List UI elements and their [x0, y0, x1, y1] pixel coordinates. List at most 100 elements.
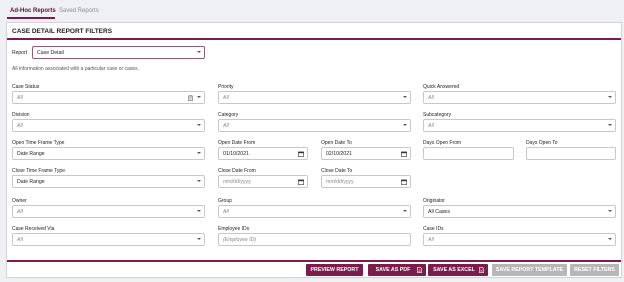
save-report-template-label: SAVE REPORT TEMPLATE — [495, 267, 564, 273]
open-date-from-input[interactable]: 01/10/2021 — [218, 147, 308, 160]
quick-answered-value: All — [428, 95, 434, 101]
save-report-template-button[interactable]: SAVE REPORT TEMPLATE — [492, 264, 567, 276]
report-label: Report — [12, 50, 28, 56]
clipboard-icon[interactable] — [188, 95, 193, 101]
case-ids-value: All — [428, 237, 434, 243]
calendar-icon[interactable] — [298, 179, 304, 185]
employee-ids-input[interactable]: (Employee ID) — [218, 233, 411, 246]
open-date-to-input[interactable]: 02/10/2021 — [321, 147, 411, 160]
open-date-to-value: 02/10/2021 — [326, 151, 352, 157]
open-date-from-value: 01/10/2021 — [223, 151, 249, 157]
employee-ids-label: Employee IDs — [218, 226, 250, 232]
chevron-down-icon — [197, 51, 201, 53]
division-value: All — [17, 123, 23, 129]
originator-select[interactable]: All Cases — [423, 205, 616, 218]
report-select-value: Case Detail — [37, 50, 64, 56]
chevron-down-icon — [403, 124, 407, 126]
excel-file-icon — [479, 267, 484, 273]
case-received-via-label: Case Received Via — [12, 226, 55, 232]
case-received-via-select[interactable]: All — [12, 233, 205, 246]
report-description: All information associated with a partic… — [12, 66, 140, 72]
chevron-down-icon — [608, 238, 612, 240]
save-as-pdf-button[interactable]: SAVE AS PDF — [368, 264, 426, 276]
subcategory-label: Subcategory — [423, 112, 452, 118]
close-date-from-placeholder: mm/dd/yyyy — [223, 179, 251, 185]
open-date-from-label: Open Date From — [218, 140, 256, 146]
pdf-file-icon — [417, 267, 422, 273]
subcategory-select[interactable]: All — [423, 119, 616, 132]
subcategory-value: All — [428, 123, 434, 129]
owner-value: All — [17, 209, 23, 215]
case-ids-select[interactable]: All — [423, 233, 616, 246]
close-date-to-label: Close Date To — [321, 168, 353, 174]
division-select[interactable]: All — [12, 119, 205, 132]
days-open-to-label: Days Open To — [526, 140, 558, 146]
open-time-frame-type-label: Open Time Frame Type — [12, 140, 65, 146]
card-title: CASE DETAIL REPORT FILTERS — [12, 28, 113, 35]
chevron-down-icon — [197, 152, 201, 154]
priority-select[interactable]: All — [218, 91, 411, 104]
close-time-frame-type-select[interactable]: Date Range — [12, 175, 205, 188]
card-header: CASE DETAIL REPORT FILTERS — [7, 23, 621, 40]
preview-report-label: PREVIEW REPORT — [310, 267, 359, 273]
open-time-frame-type-select[interactable]: Date Range — [12, 147, 205, 160]
close-time-frame-type-label: Close Time Frame Type — [12, 168, 65, 174]
employee-ids-placeholder: (Employee ID) — [223, 237, 257, 243]
case-received-via-value: All — [17, 237, 23, 243]
category-value: All — [223, 123, 229, 129]
case-ids-label: Case IDs — [423, 226, 444, 232]
close-date-from-input[interactable]: mm/dd/yyyy — [218, 175, 308, 188]
group-label: Group — [218, 198, 232, 204]
chevron-down-icon — [403, 210, 407, 212]
chevron-down-icon — [197, 180, 201, 182]
category-select[interactable]: All — [218, 119, 411, 132]
reset-filters-button[interactable]: RESET FILTERS — [570, 264, 619, 276]
case-status-select[interactable]: All — [12, 91, 205, 104]
calendar-icon[interactable] — [401, 151, 407, 157]
quick-answered-label: Quick Answered — [423, 84, 460, 90]
case-status-label: Case Status — [12, 84, 40, 90]
days-open-from-input[interactable] — [423, 147, 514, 160]
chevron-down-icon — [608, 124, 612, 126]
close-date-to-placeholder: mm/dd/yyyy — [326, 179, 354, 185]
chevron-down-icon — [403, 96, 407, 98]
chevron-down-icon — [608, 210, 612, 212]
report-select[interactable]: Case Detail — [32, 46, 205, 59]
originator-label: Originator — [423, 198, 445, 204]
group-select[interactable]: All — [218, 205, 411, 218]
footer-divider — [7, 260, 621, 262]
save-as-pdf-label: SAVE AS PDF — [375, 267, 411, 273]
filters-card: CASE DETAIL REPORT FILTERS Report Case D… — [6, 22, 622, 278]
quick-answered-select[interactable]: All — [423, 91, 616, 104]
days-open-from-label: Days Open From — [423, 140, 462, 146]
owner-select[interactable]: All — [12, 205, 205, 218]
days-open-to-input[interactable] — [526, 147, 616, 160]
chevron-down-icon — [197, 124, 201, 126]
group-value: All — [223, 209, 229, 215]
chevron-down-icon — [197, 96, 201, 98]
save-as-excel-label: SAVE AS EXCEL — [433, 267, 475, 273]
calendar-icon[interactable] — [298, 151, 304, 157]
close-time-frame-type-value: Date Range — [17, 179, 45, 185]
preview-report-button[interactable]: PREVIEW REPORT — [306, 264, 363, 276]
open-time-frame-type-value: Date Range — [17, 151, 45, 157]
chevron-down-icon — [197, 210, 201, 212]
close-date-from-label: Close Date From — [218, 168, 256, 174]
owner-label: Owner — [12, 198, 27, 204]
report-tabs: Ad-Hoc Reports Saved Reports — [0, 0, 624, 19]
originator-value: All Cases — [428, 209, 450, 215]
save-as-excel-button[interactable]: SAVE AS EXCEL — [428, 264, 488, 276]
division-label: Division — [12, 112, 30, 118]
active-tab-indicator — [7, 17, 55, 19]
tab-ad-hoc-reports[interactable]: Ad-Hoc Reports — [10, 8, 56, 14]
priority-label: Priority — [218, 84, 234, 90]
chevron-down-icon — [608, 96, 612, 98]
open-date-to-label: Open Date To — [321, 140, 352, 146]
priority-value: All — [223, 95, 229, 101]
case-status-value: All — [17, 95, 23, 101]
category-label: Category — [218, 112, 239, 118]
close-date-to-input[interactable]: mm/dd/yyyy — [321, 175, 411, 188]
chevron-down-icon — [197, 238, 201, 240]
calendar-icon[interactable] — [401, 179, 407, 185]
tab-saved-reports[interactable]: Saved Reports — [59, 8, 99, 14]
